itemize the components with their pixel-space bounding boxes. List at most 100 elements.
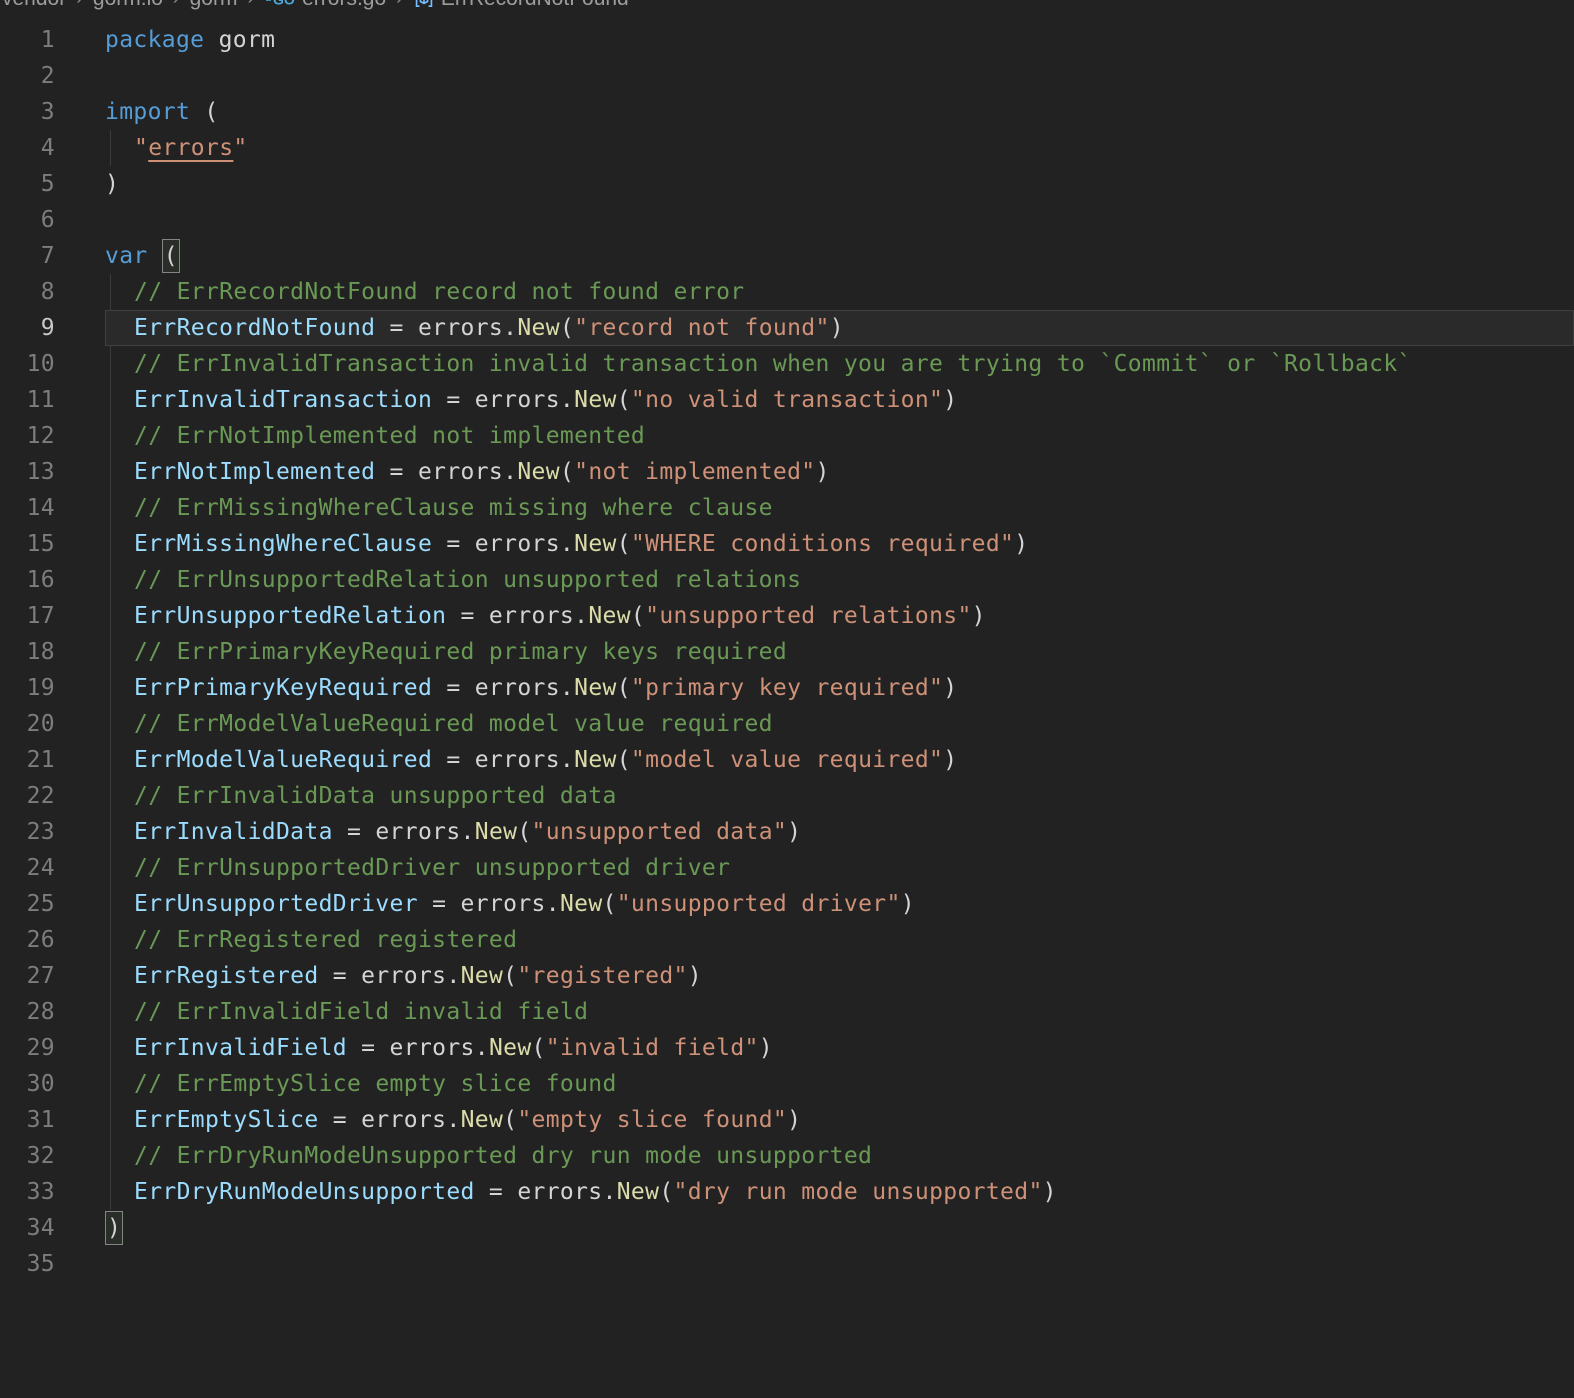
breadcrumb-item-vendor[interactable]: vendor <box>2 0 66 11</box>
code-line[interactable]: 19 ErrPrimaryKeyRequired = errors.New("pr… <box>0 670 1574 706</box>
token-plain: ( <box>616 387 631 413</box>
line-number[interactable]: 1 <box>0 22 55 58</box>
breadcrumb-item-gorm-io[interactable]: gorm.io <box>93 0 163 11</box>
code-line[interactable]: 16 // ErrUnsupportedRelation unsupported … <box>0 562 1574 598</box>
line-text: // ErrModelValueRequired model value req… <box>105 706 1574 742</box>
code-line[interactable]: 28 // ErrInvalidField invalid field <box>0 994 1574 1030</box>
line-number[interactable]: 9 <box>0 310 55 346</box>
breadcrumb-item-gorm[interactable]: gorm <box>190 0 238 11</box>
code-line[interactable]: 17 ErrUnsupportedRelation = errors.New("u… <box>0 598 1574 634</box>
code-line[interactable]: 5) <box>0 166 1574 202</box>
code-line[interactable]: 24 // ErrUnsupportedDriver unsupported dr… <box>0 850 1574 886</box>
line-number[interactable]: 18 <box>0 634 55 670</box>
token-plain: ) <box>815 459 830 485</box>
breadcrumb-item-file[interactable]: GO errors.go <box>264 0 386 11</box>
token-function: New <box>559 891 603 917</box>
code-line[interactable]: 34) <box>0 1210 1574 1246</box>
code-line[interactable]: 18 // ErrPrimaryKeyRequired primary keys … <box>0 634 1574 670</box>
line-number[interactable]: 2 <box>0 58 55 94</box>
code-line[interactable]: 26 // ErrRegistered registered <box>0 922 1574 958</box>
line-number[interactable]: 13 <box>0 454 55 490</box>
line-number[interactable]: 22 <box>0 778 55 814</box>
line-number[interactable]: 12 <box>0 418 55 454</box>
line-number[interactable]: 4 <box>0 130 55 166</box>
token-comment: // ErrInvalidData unsupported data <box>134 783 617 809</box>
code-line[interactable]: 12 // ErrNotImplemented not implemented <box>0 418 1574 454</box>
code-line[interactable]: 14 // ErrMissingWhereClause missing where… <box>0 490 1574 526</box>
token-plain: = errors. <box>432 675 575 701</box>
line-number[interactable]: 32 <box>0 1138 55 1174</box>
chevron-right-icon: › <box>247 0 254 10</box>
gutter-spacer <box>55 1246 105 1282</box>
line-number[interactable]: 31 <box>0 1102 55 1138</box>
code-line[interactable]: 23 ErrInvalidData = errors.New("unsupport… <box>0 814 1574 850</box>
gutter-spacer <box>55 346 105 382</box>
line-number[interactable]: 6 <box>0 202 55 238</box>
code-line[interactable]: 25 ErrUnsupportedDriver = errors.New("uns… <box>0 886 1574 922</box>
code-line[interactable]: 31 ErrEmptySlice = errors.New("empty slic… <box>0 1102 1574 1138</box>
token-plain: ( <box>559 459 575 485</box>
line-number[interactable]: 17 <box>0 598 55 634</box>
code-line[interactable]: 21 ErrModelValueRequired = errors.New("mo… <box>0 742 1574 778</box>
line-number[interactable]: 3 <box>0 94 55 130</box>
code-line[interactable]: 29 ErrInvalidField = errors.New("invalid … <box>0 1030 1574 1066</box>
line-number[interactable]: 20 <box>0 706 55 742</box>
line-number[interactable]: 11 <box>0 382 55 418</box>
line-number[interactable]: 27 <box>0 958 55 994</box>
code-line[interactable]: 20 // ErrModelValueRequired model value r… <box>0 706 1574 742</box>
code-line[interactable]: 30 // ErrEmptySlice empty slice found <box>0 1066 1574 1102</box>
gutter-spacer <box>55 778 105 814</box>
line-number[interactable]: 35 <box>0 1246 55 1282</box>
code-line[interactable]: 10 // ErrInvalidTransaction invalid trans… <box>0 346 1574 382</box>
code-line[interactable]: 2 <box>0 58 1574 94</box>
line-text: ErrRecordNotFound = errors.New("record n… <box>105 310 1574 346</box>
code-line[interactable]: 4 "errors" <box>0 130 1574 166</box>
code-line[interactable]: 35 <box>0 1246 1574 1282</box>
token-plain: = errors. <box>417 891 560 917</box>
line-number[interactable]: 28 <box>0 994 55 1030</box>
code-line[interactable]: 7 var ( <box>0 238 1574 274</box>
code-line[interactable]: 27 ErrRegistered = errors.New("registered… <box>0 958 1574 994</box>
code-line[interactable]: 11 ErrInvalidTransaction = errors.New("no… <box>0 382 1574 418</box>
code-line[interactable]: 15 ErrMissingWhereClause = errors.New("WH… <box>0 526 1574 562</box>
token-comment: // ErrModelValueRequired model value req… <box>134 711 773 737</box>
token-plain: ( <box>559 315 575 341</box>
line-number[interactable]: 16 <box>0 562 55 598</box>
code-line[interactable]: 22 // ErrInvalidData unsupported data <box>0 778 1574 814</box>
line-text: ErrPrimaryKeyRequired = errors.New("prim… <box>105 670 1574 706</box>
gutter-spacer <box>55 994 105 1030</box>
gutter-spacer <box>55 1138 105 1174</box>
token-plain: = errors. <box>346 1035 489 1061</box>
line-number[interactable]: 23 <box>0 814 55 850</box>
code-line[interactable]: 3 import ( <box>0 94 1574 130</box>
line-number[interactable]: 14 <box>0 490 55 526</box>
line-number[interactable]: 34 <box>0 1210 55 1246</box>
code-line[interactable]: 33 ErrDryRunModeUnsupported = errors.New(… <box>0 1174 1574 1210</box>
line-number[interactable]: 7 <box>0 238 55 274</box>
line-number[interactable]: 10 <box>0 346 55 382</box>
line-number[interactable]: 5 <box>0 166 55 202</box>
line-number[interactable]: 19 <box>0 670 55 706</box>
token-plain: = errors. <box>432 531 575 557</box>
token-string: "not implemented" <box>574 459 816 485</box>
code-line[interactable]: 8 // ErrRecordNotFound record not found e… <box>0 274 1574 310</box>
code-line[interactable]: 9 ErrRecordNotFound = errors.New("record … <box>0 310 1574 346</box>
line-text: // ErrInvalidField invalid field <box>105 994 1574 1030</box>
line-number[interactable]: 25 <box>0 886 55 922</box>
line-number[interactable]: 24 <box>0 850 55 886</box>
line-text: ErrEmptySlice = errors.New("empty slice … <box>105 1102 1574 1138</box>
token-function: New <box>574 675 617 701</box>
line-number[interactable]: 30 <box>0 1066 55 1102</box>
breadcrumb-item-symbol[interactable]: ErrRecordNotFound <box>413 0 629 11</box>
code-line[interactable]: 1 package gorm <box>0 22 1574 58</box>
line-number[interactable]: 29 <box>0 1030 55 1066</box>
gutter-spacer <box>55 634 105 670</box>
line-number[interactable]: 33 <box>0 1174 55 1210</box>
code-line[interactable]: 6 <box>0 202 1574 238</box>
line-number[interactable]: 21 <box>0 742 55 778</box>
line-number[interactable]: 26 <box>0 922 55 958</box>
line-number[interactable]: 8 <box>0 274 55 310</box>
code-line[interactable]: 13 ErrNotImplemented = errors.New("not im… <box>0 454 1574 490</box>
line-number[interactable]: 15 <box>0 526 55 562</box>
code-line[interactable]: 32 // ErrDryRunModeUnsupported dry run mo… <box>0 1138 1574 1174</box>
